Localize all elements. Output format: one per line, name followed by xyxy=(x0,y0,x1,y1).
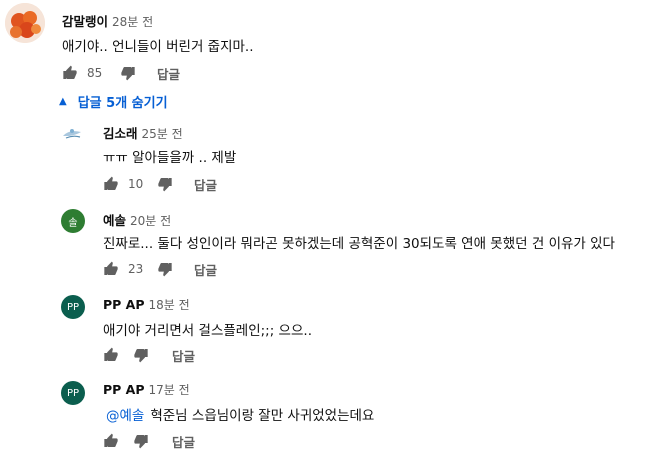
thumbs-down-icon xyxy=(158,263,172,277)
reply-button[interactable]: 답글 xyxy=(194,175,217,194)
thumbs-down-icon xyxy=(134,349,148,363)
food-photo-avatar xyxy=(5,3,45,43)
thumbs-up-icon xyxy=(104,176,118,190)
like-count: 23 xyxy=(128,262,144,276)
comment-body: 혁준님 스읍님이랑 잘만 사귀었었는데요 xyxy=(150,408,375,424)
comment-text: 애기야 거리면서 걸스플레인;;; 으으.. xyxy=(103,323,312,339)
comment-actions: 10 답글 xyxy=(102,174,217,194)
avatar[interactable] xyxy=(60,121,84,145)
dislike-button[interactable] xyxy=(156,260,174,278)
comment-author[interactable]: 예솔 xyxy=(103,213,126,228)
dislike-button[interactable] xyxy=(156,175,174,193)
thumbs-up-icon xyxy=(104,347,118,361)
hide-replies-label: 답글 5개 숨기기 xyxy=(77,96,168,111)
hide-replies-toggle[interactable]: ▲ 답글 5개 숨기기 xyxy=(59,92,168,111)
comment-actions: 23 답글 xyxy=(102,259,217,279)
thumbs-down-icon xyxy=(158,178,172,192)
comment-time[interactable]: 18분 전 xyxy=(149,298,190,312)
author-line: 김소래 25분 전 xyxy=(103,123,183,142)
avatar[interactable] xyxy=(5,3,45,43)
mention-link[interactable]: @예솔 xyxy=(106,408,144,424)
comment-text: @예솔 혁준님 스읍님이랑 잘만 사귀었었는데요 xyxy=(106,404,374,424)
comment-actions: 답글 xyxy=(102,431,195,451)
comment-author[interactable]: PP AP xyxy=(103,297,145,312)
reply-button[interactable]: 답글 xyxy=(157,64,180,83)
comment-text: ㅠㅠ 알아들을까 .. 제발 xyxy=(103,150,237,166)
avatar[interactable]: PP xyxy=(61,295,85,319)
thumbs-up-icon xyxy=(104,433,118,447)
comment-time[interactable]: 20분 전 xyxy=(130,214,171,228)
dislike-button[interactable] xyxy=(119,64,137,82)
like-count: 10 xyxy=(128,177,144,191)
comment-author[interactable]: 감말랭이 xyxy=(62,14,108,29)
author-line: PP AP 17분 전 xyxy=(103,381,190,398)
reply-button[interactable]: 답글 xyxy=(172,346,195,365)
thumbs-up-icon xyxy=(63,65,77,79)
like-button[interactable] xyxy=(102,260,120,278)
dislike-button[interactable] xyxy=(132,432,150,450)
thumbs-down-icon xyxy=(121,67,135,81)
comment-time[interactable]: 25분 전 xyxy=(142,127,183,141)
like-button[interactable] xyxy=(102,346,120,364)
author-line: 예솔 20분 전 xyxy=(103,210,171,229)
like-button[interactable] xyxy=(102,432,120,450)
comment-text: 애기야.. 언니들이 버린거 줍지마.. xyxy=(62,39,254,55)
reply-button[interactable]: 답글 xyxy=(194,260,217,279)
author-line: PP AP 18분 전 xyxy=(103,296,190,313)
avatar[interactable]: PP xyxy=(61,381,85,405)
comment-time[interactable]: 17분 전 xyxy=(149,383,190,397)
thumbs-up-icon xyxy=(104,261,118,275)
comment-actions: 답글 xyxy=(102,345,195,365)
comment-text: 진짜로... 둘다 성인이라 뭐라곤 못하겠는데 공혁준이 30되도록 연애 못… xyxy=(103,236,615,252)
like-button[interactable] xyxy=(61,64,79,82)
dislike-button[interactable] xyxy=(132,346,150,364)
reply-button[interactable]: 답글 xyxy=(172,432,195,451)
comment-actions: 85 답글 xyxy=(61,63,180,83)
illustration-avatar xyxy=(60,121,84,145)
comment-time[interactable]: 28분 전 xyxy=(112,15,153,29)
author-line: 감말랭이 28분 전 xyxy=(62,11,153,30)
thumbs-down-icon xyxy=(134,435,148,449)
like-count: 85 xyxy=(87,66,103,80)
comment-author[interactable]: PP AP xyxy=(103,382,145,397)
avatar[interactable]: 솔 xyxy=(61,209,85,233)
like-button[interactable] xyxy=(102,175,120,193)
caret-up-icon: ▲ xyxy=(59,96,67,107)
comment-author[interactable]: 김소래 xyxy=(103,126,138,141)
